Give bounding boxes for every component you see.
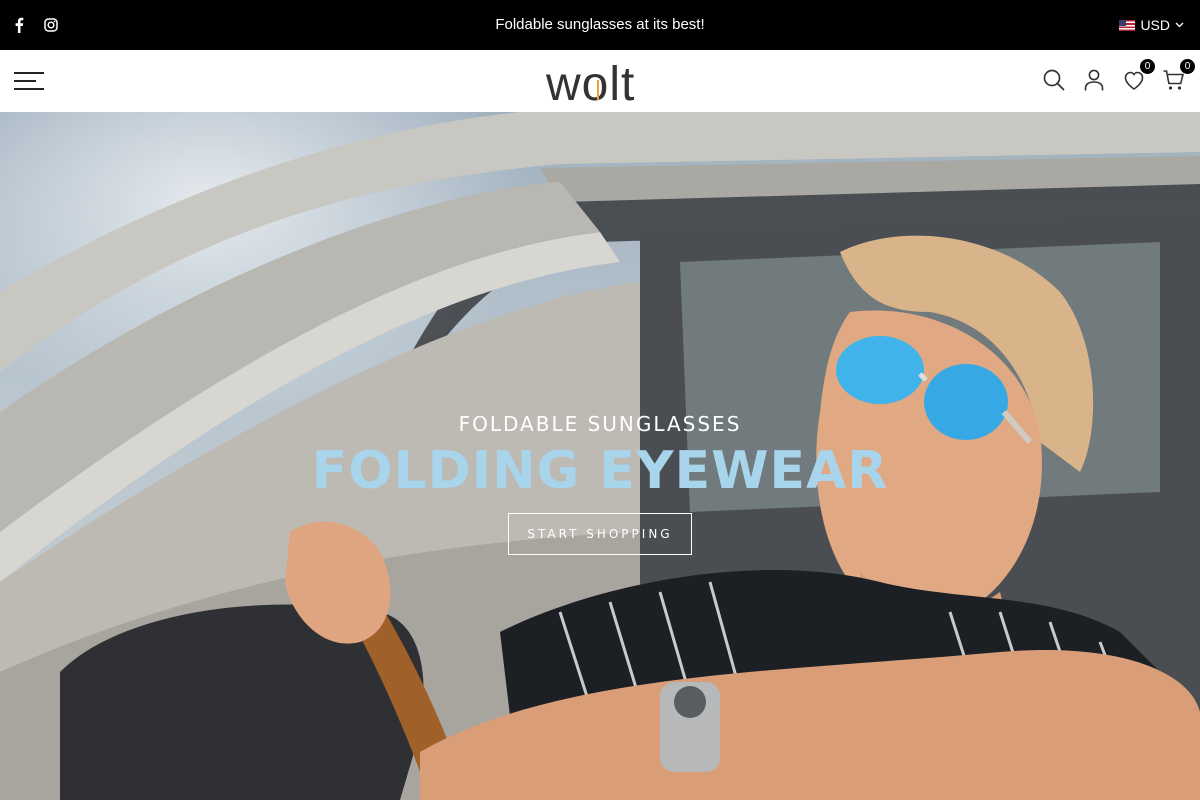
cart-count-badge: 0: [1180, 59, 1195, 74]
chevron-down-icon: [1175, 22, 1184, 28]
logo-text: wolt: [545, 58, 635, 106]
menu-icon: [14, 72, 44, 90]
menu-button[interactable]: [14, 69, 46, 93]
wishlist-button[interactable]: 0: [1122, 59, 1155, 92]
hero-title: FOLDING EYEWEAR: [311, 441, 889, 501]
logo[interactable]: wolt: [540, 56, 660, 111]
hero-subtitle: FOLDABLE SUNGLASSES: [458, 412, 742, 436]
site-header: wolt 0 0: [0, 50, 1200, 112]
announcement-bar: Foldable sunglasses at its best! USD: [0, 0, 1200, 50]
header-actions: 0 0: [1042, 59, 1195, 100]
instagram-icon[interactable]: [42, 16, 60, 34]
account-button[interactable]: [1082, 68, 1106, 92]
cart-button[interactable]: 0: [1162, 59, 1195, 92]
currency-label: USD: [1140, 17, 1170, 33]
wishlist-count-badge: 0: [1140, 59, 1155, 74]
start-shopping-button[interactable]: START SHOPPING: [508, 512, 692, 555]
hero-banner: FOLDABLE SUNGLASSES FOLDING EYEWEAR STAR…: [0, 112, 1200, 800]
search-icon: [1043, 69, 1065, 91]
search-button[interactable]: [1042, 68, 1066, 92]
announcement-text: Foldable sunglasses at its best!: [495, 16, 705, 33]
us-flag-icon: [1119, 19, 1136, 31]
social-links: [10, 0, 60, 50]
account-icon: [1084, 69, 1104, 91]
hero-content: FOLDABLE SUNGLASSES FOLDING EYEWEAR STAR…: [0, 412, 1200, 555]
facebook-icon[interactable]: [10, 16, 28, 34]
currency-selector[interactable]: USD: [1119, 0, 1184, 50]
